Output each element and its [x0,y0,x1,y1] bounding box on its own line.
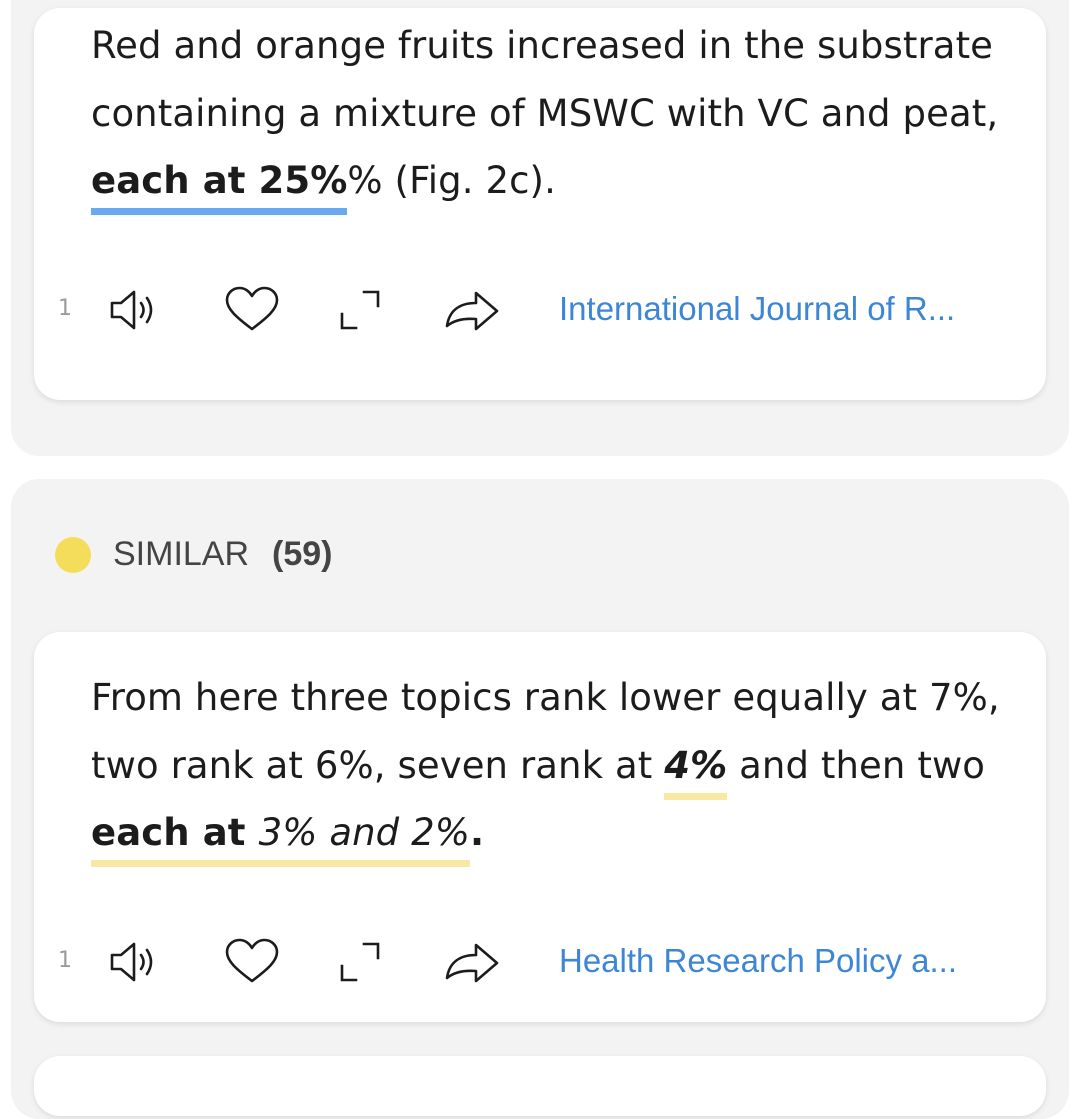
similar-count: (59) [272,535,333,573]
result-card[interactable]: From here three topics rank lower equall… [34,632,1046,1022]
sentence-part: % (Fig. 2c). [347,159,556,202]
result-card[interactable]: Red and orange fruits increased in the s… [34,8,1046,400]
result-count: 1 [58,296,72,321]
matched-phrase: each at [91,811,259,854]
result-card[interactable] [34,1056,1046,1116]
expand-icon[interactable] [332,284,392,336]
matched-phrase: 3% and 2% [258,811,470,854]
card-actions: 1 [34,280,1046,340]
status-dot [55,537,91,573]
matched-phrase: 4% [664,744,727,800]
sentence-text: Red and orange fruits increased in the s… [91,12,1011,215]
similar-section: SIMILAR (59) From here three topics rank… [11,479,1069,1119]
sentence-part: . [470,811,485,854]
source-link[interactable]: International Journal of R... [559,290,955,328]
speaker-icon[interactable] [104,284,164,336]
matched-phrase: each at 25% [91,159,347,215]
matched-phrase-group: each at 3% and 2% [91,811,470,867]
share-icon[interactable] [442,284,502,336]
results-section: Red and orange fruits increased in the s… [11,0,1069,456]
heart-icon[interactable] [222,936,282,988]
expand-icon[interactable] [332,936,392,988]
result-count: 1 [58,948,72,973]
similar-label: SIMILAR [113,535,250,573]
card-actions: 1 [34,932,1046,992]
sentence-part: Red and orange fruits increased in the s… [91,24,999,135]
sentence-text: From here three topics rank lower equall… [91,664,1011,867]
heart-icon[interactable] [222,284,282,336]
sentence-part: and then two [727,743,986,787]
source-link[interactable]: Health Research Policy a... [559,942,957,980]
speaker-icon[interactable] [104,936,164,988]
share-icon[interactable] [442,936,502,988]
